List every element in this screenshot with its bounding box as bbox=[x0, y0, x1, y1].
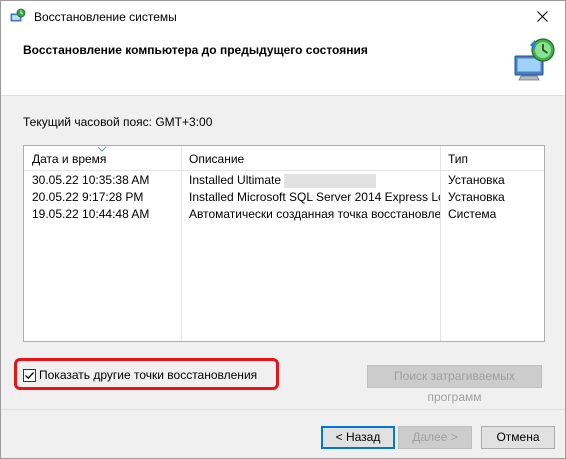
restore-points-list[interactable]: Дата и время Описание Тип 30.05.22 10:35… bbox=[23, 145, 545, 342]
row-date: 19.05.22 10:44:48 AM bbox=[32, 207, 150, 221]
row-type: Установка bbox=[448, 190, 505, 204]
row-description: Автоматически созданная точка восстановл… bbox=[189, 207, 440, 221]
row-type: Система bbox=[448, 207, 497, 221]
row-description: Installed Microsoft SQL Server 2014 Expr… bbox=[189, 190, 440, 204]
title-bar: Восстановление системы bbox=[1, 1, 565, 32]
close-icon bbox=[536, 11, 548, 22]
row-date: 30.05.22 10:35:38 AM bbox=[32, 173, 150, 187]
row-type: Установка bbox=[448, 173, 505, 187]
window-title: Восстановление системы bbox=[34, 10, 177, 24]
system-restore-icon bbox=[514, 38, 555, 81]
redacted-block bbox=[284, 173, 377, 188]
row-date: 20.05.22 9:17:28 PM bbox=[32, 190, 144, 204]
wizard-header: Восстановление компьютера до предыдущего… bbox=[1, 32, 565, 96]
close-button[interactable] bbox=[519, 1, 565, 32]
show-more-checkbox[interactable] bbox=[23, 368, 36, 382]
column-header-description[interactable]: Описание bbox=[181, 146, 440, 171]
table-row[interactable]: 19.05.22 10:44:48 AM Автоматически созда… bbox=[24, 206, 544, 223]
show-more-checkbox-row[interactable]: Показать другие точки восстановления bbox=[23, 368, 257, 382]
system-restore-app-icon bbox=[10, 8, 26, 22]
system-restore-window: Восстановление системы Восстановление ко… bbox=[0, 0, 566, 459]
page-title: Восстановление компьютера до предыдущего… bbox=[23, 43, 368, 57]
checkmark-icon bbox=[25, 371, 34, 379]
table-row[interactable]: 30.05.22 10:35:38 AM Installed Ultimate … bbox=[24, 172, 544, 189]
footer-divider bbox=[1, 409, 565, 410]
sort-down-icon bbox=[97, 146, 107, 152]
back-button[interactable]: < Назад bbox=[321, 426, 395, 449]
cancel-button[interactable]: Отмена bbox=[481, 426, 555, 449]
next-button[interactable]: Далее > bbox=[398, 426, 472, 449]
timezone-label: Текущий часовой пояс: GMT+3:00 bbox=[23, 115, 213, 129]
table-row[interactable]: 20.05.22 9:17:28 PM Installed Microsoft … bbox=[24, 189, 544, 206]
row-description: Installed Ultimate bbox=[181, 172, 440, 189]
scan-affected-programs-button[interactable]: Поиск затрагиваемых программ bbox=[367, 365, 542, 404]
column-header-type[interactable]: Тип bbox=[440, 146, 543, 171]
list-header: Дата и время Описание Тип bbox=[24, 146, 544, 171]
row-description-text: Installed Ultimate bbox=[189, 173, 282, 187]
show-more-label[interactable]: Показать другие точки восстановления bbox=[39, 368, 257, 382]
